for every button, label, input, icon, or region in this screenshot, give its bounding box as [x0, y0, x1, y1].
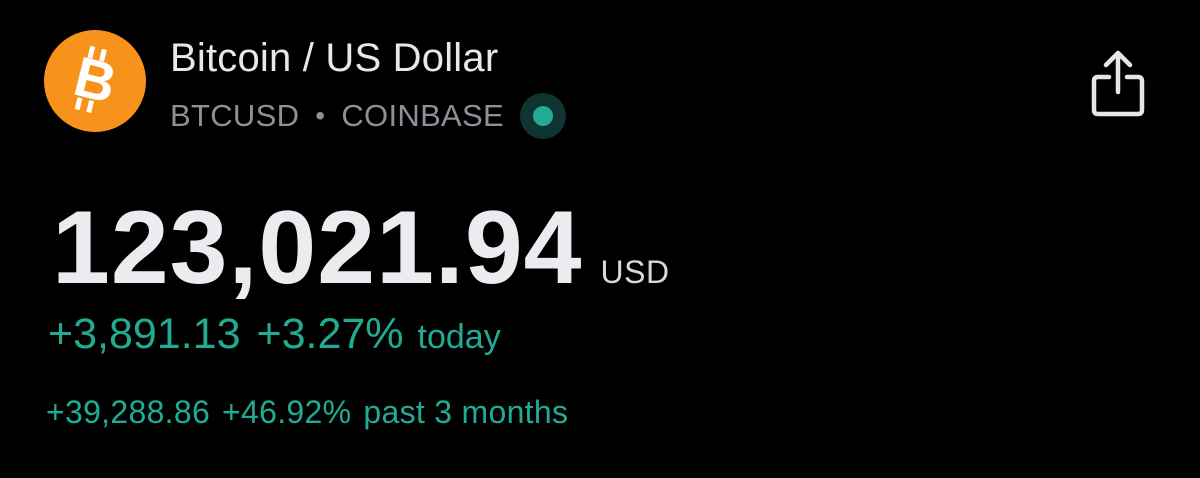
change-today: +3,891.13 +3.27% today	[48, 310, 501, 359]
change-period: +39,288.86 +46.92% past 3 months	[46, 394, 568, 431]
symbol-subtitle: BTCUSD • COINBASE	[170, 93, 566, 139]
change-today-value: +3,891.13	[48, 310, 241, 358]
ticker-symbol: BTCUSD	[170, 98, 300, 133]
last-price: 123,021.94	[52, 190, 583, 306]
change-period-label: past 3 months	[363, 394, 569, 430]
symbol-header: B Bitcoin / US Dollar BTCUSD • COINBASE	[44, 30, 1154, 140]
share-icon	[1091, 50, 1145, 117]
change-today-percent: +3.27%	[256, 310, 404, 358]
separator-dot: •	[315, 100, 326, 131]
page-title: Bitcoin / US Dollar	[170, 36, 499, 80]
market-open-icon	[519, 93, 566, 139]
bitcoin-icon: B	[44, 30, 146, 132]
change-period-percent: +46.92%	[222, 394, 352, 430]
share-button[interactable]	[1090, 48, 1146, 120]
change-today-label: today	[417, 318, 501, 356]
currency-label: USD	[600, 254, 670, 290]
change-period-value: +39,288.86	[46, 394, 211, 430]
exchange-name: COINBASE	[341, 98, 504, 133]
price-display: 123,021.94 USD	[52, 196, 670, 300]
